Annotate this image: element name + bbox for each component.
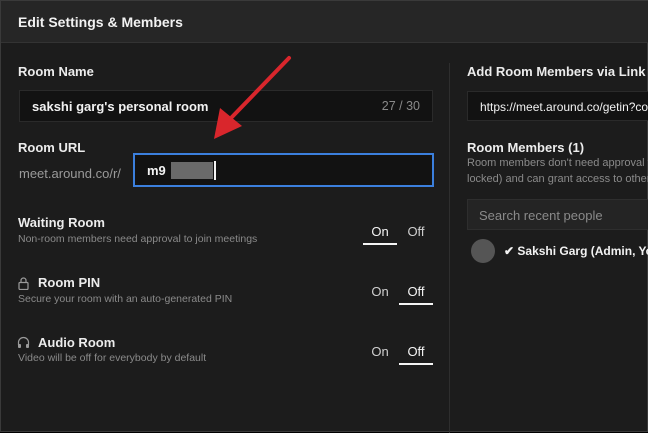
annotation-arrow-icon [214, 56, 291, 139]
